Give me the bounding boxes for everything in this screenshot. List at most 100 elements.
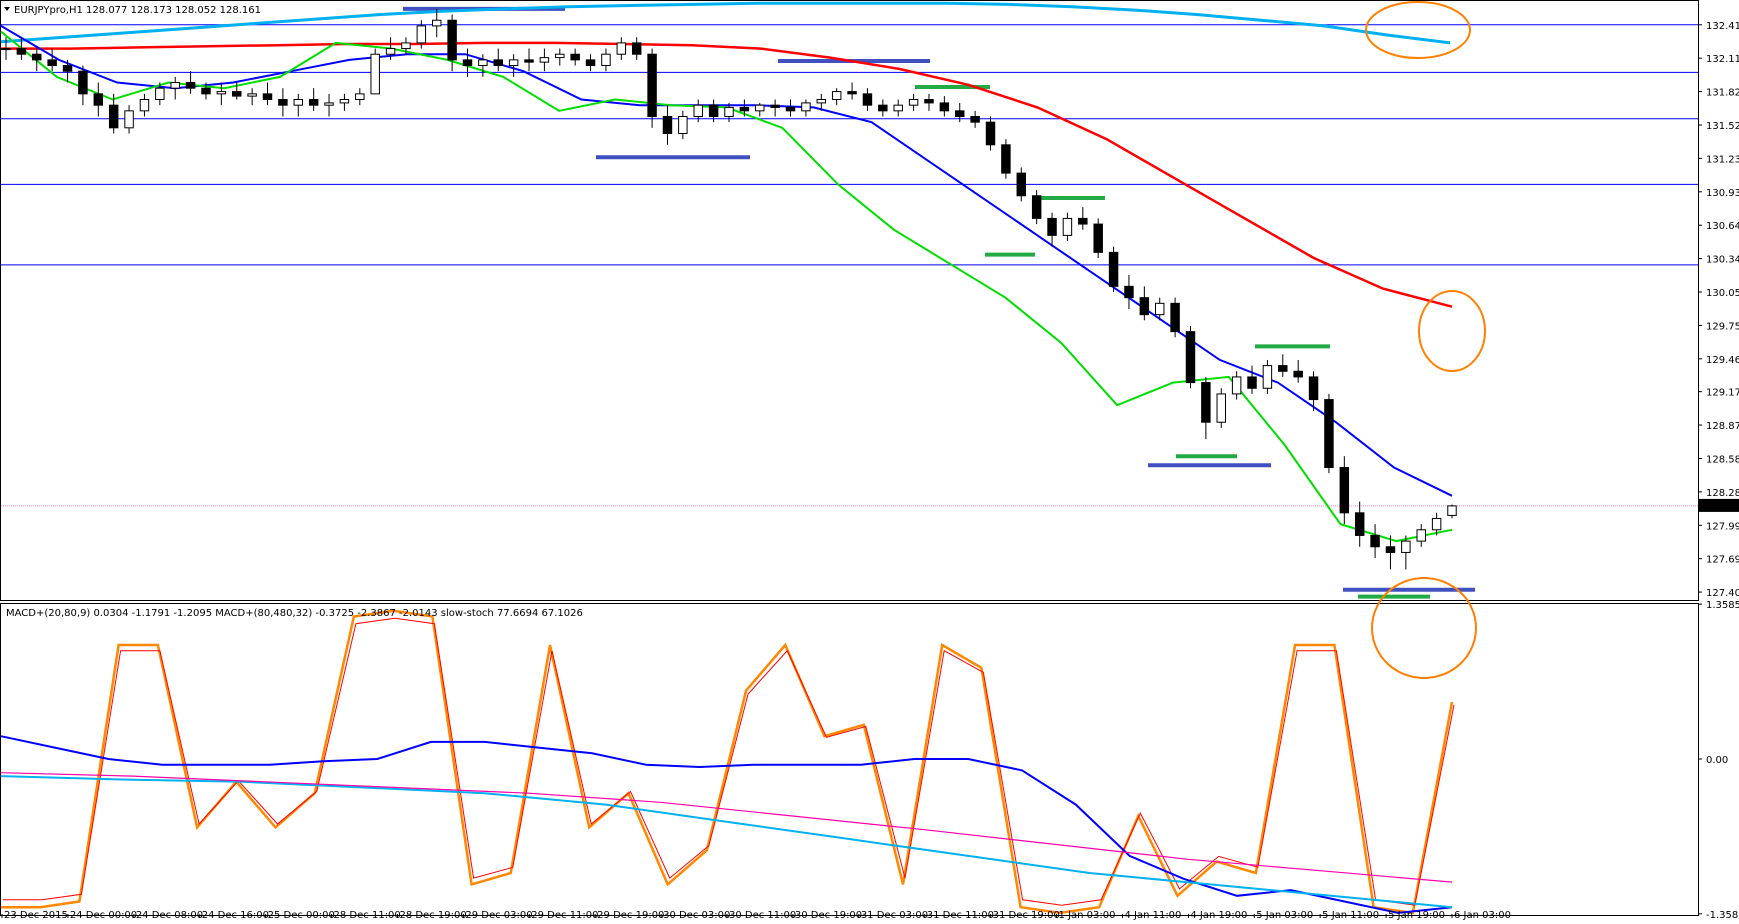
candle-body xyxy=(555,53,565,59)
candle-body xyxy=(831,91,842,101)
candle-body xyxy=(770,104,780,108)
candle-body xyxy=(247,93,257,97)
time-axis-label: 4 Jan 19:00 xyxy=(1190,910,1247,920)
candle-body xyxy=(308,99,319,106)
candle-body xyxy=(278,99,288,106)
candle-body xyxy=(1078,217,1088,225)
time-axis-label: 28 Dec 19:00 xyxy=(399,910,466,920)
candle-body xyxy=(893,104,903,112)
time-axis-label: 5 Jan 03:00 xyxy=(1256,910,1313,920)
candle-body xyxy=(493,59,503,67)
candle-body xyxy=(1001,144,1011,174)
indicator-axis-label: -1.3585 xyxy=(1706,910,1739,920)
candle-body xyxy=(47,59,57,67)
candle-24 xyxy=(370,48,380,95)
current-price-label: 128.161 xyxy=(1702,502,1739,513)
candle-body xyxy=(616,42,627,55)
candle-body xyxy=(416,25,427,44)
candle-body xyxy=(524,59,534,63)
candle-body xyxy=(385,48,396,55)
time-axis-label: 1 Jan 03:00 xyxy=(1059,910,1116,920)
candle-79 xyxy=(1216,388,1226,428)
indicator-axis-label: 1.3585 xyxy=(1706,600,1739,611)
time-axis-label: 5 Jan 19:00 xyxy=(1388,910,1445,920)
candle-body xyxy=(1278,365,1288,372)
time-axis-label: 24 Dec 08:00 xyxy=(136,910,203,920)
candle-body xyxy=(124,110,134,129)
candle-body xyxy=(1231,376,1242,395)
price-axis-label: 127.695 xyxy=(1706,555,1739,566)
candle-body xyxy=(1154,302,1165,316)
candle-body xyxy=(32,53,42,61)
time-axis-label: 29 Dec 03:00 xyxy=(465,910,532,920)
price-axis-label: 127.990 xyxy=(1706,521,1739,532)
candle-body xyxy=(155,87,165,101)
candle-body xyxy=(739,106,750,112)
candle-body xyxy=(647,53,657,117)
candle-65 xyxy=(1001,139,1011,179)
candle-body xyxy=(78,70,88,95)
candle-body xyxy=(1093,223,1103,253)
candle-body xyxy=(355,93,365,101)
candle-body xyxy=(1185,331,1196,384)
candle-body xyxy=(262,93,273,101)
candle-body xyxy=(570,53,580,61)
time-axis-label: 30 Dec 19:00 xyxy=(795,910,862,920)
candle-86 xyxy=(1324,393,1334,474)
candle-body xyxy=(508,59,519,67)
time-axis-label: 24 Dec 16:00 xyxy=(202,910,269,920)
candle-body xyxy=(93,93,104,106)
candle-body xyxy=(1262,365,1273,389)
time-axis-label: 24 Dec 00:00 xyxy=(70,910,137,920)
candle-body xyxy=(1124,285,1134,299)
time-axis-label: 31 Dec 03:00 xyxy=(861,910,928,920)
price-axis-label: 131.820 xyxy=(1706,88,1739,99)
candle-body xyxy=(431,19,442,27)
candle-body xyxy=(232,91,242,97)
candle-body xyxy=(816,99,827,104)
time-axis-label: 25 Dec 00:00 xyxy=(268,910,335,920)
candle-body xyxy=(170,82,180,89)
price-axis-label: 130.345 xyxy=(1706,255,1739,266)
candle-body xyxy=(462,59,473,67)
time-axis-label: 31 Dec 11:00 xyxy=(927,910,994,920)
candle-body xyxy=(370,53,380,95)
candle-body xyxy=(478,59,488,67)
price-axis-label: 132.410 xyxy=(1706,21,1739,32)
candle-body xyxy=(631,42,642,55)
candle-body xyxy=(939,102,950,112)
time-axis-label: 6 Jan 03:00 xyxy=(1454,910,1511,920)
candle-body xyxy=(401,42,411,50)
chart-canvas: 132.410 132.115 131.820 131.525 131.230 130.9… xyxy=(0,0,1739,921)
candle-body xyxy=(339,99,350,104)
candle-76 xyxy=(1170,297,1180,338)
candle-body xyxy=(847,91,857,95)
price-axis-label: 130.050 xyxy=(1706,288,1739,299)
candle-72 xyxy=(1108,246,1119,293)
candle-body xyxy=(985,121,996,146)
candle-body xyxy=(878,104,888,112)
time-axis-label: 30 Dec 03:00 xyxy=(663,910,730,920)
time-axis-label: 29 Dec 11:00 xyxy=(531,910,598,920)
candle-body xyxy=(601,53,611,67)
candle-77 xyxy=(1185,325,1196,389)
candle-body xyxy=(1308,376,1319,401)
candle-body xyxy=(585,59,596,67)
candle-body xyxy=(970,115,980,123)
candle-body xyxy=(1401,540,1411,553)
candle-body xyxy=(1170,302,1180,333)
price-axis-label: 129.755 xyxy=(1706,321,1739,332)
price-axis-label: 128.875 xyxy=(1706,421,1739,432)
candle-body xyxy=(924,99,934,104)
candle-body xyxy=(1339,467,1350,514)
candle-body xyxy=(1431,517,1442,531)
candle-body xyxy=(1324,399,1334,469)
candle-body xyxy=(108,104,119,129)
candle-body xyxy=(1447,505,1457,516)
price-axis-label: 130.640 xyxy=(1706,221,1739,232)
candle-body xyxy=(678,115,688,134)
candle-body xyxy=(62,65,73,72)
candle-body xyxy=(908,99,919,106)
candle-body xyxy=(201,87,211,95)
main-chart-title: EURJPYpro,H1 128.077 128.173 128.052 128… xyxy=(14,5,261,16)
